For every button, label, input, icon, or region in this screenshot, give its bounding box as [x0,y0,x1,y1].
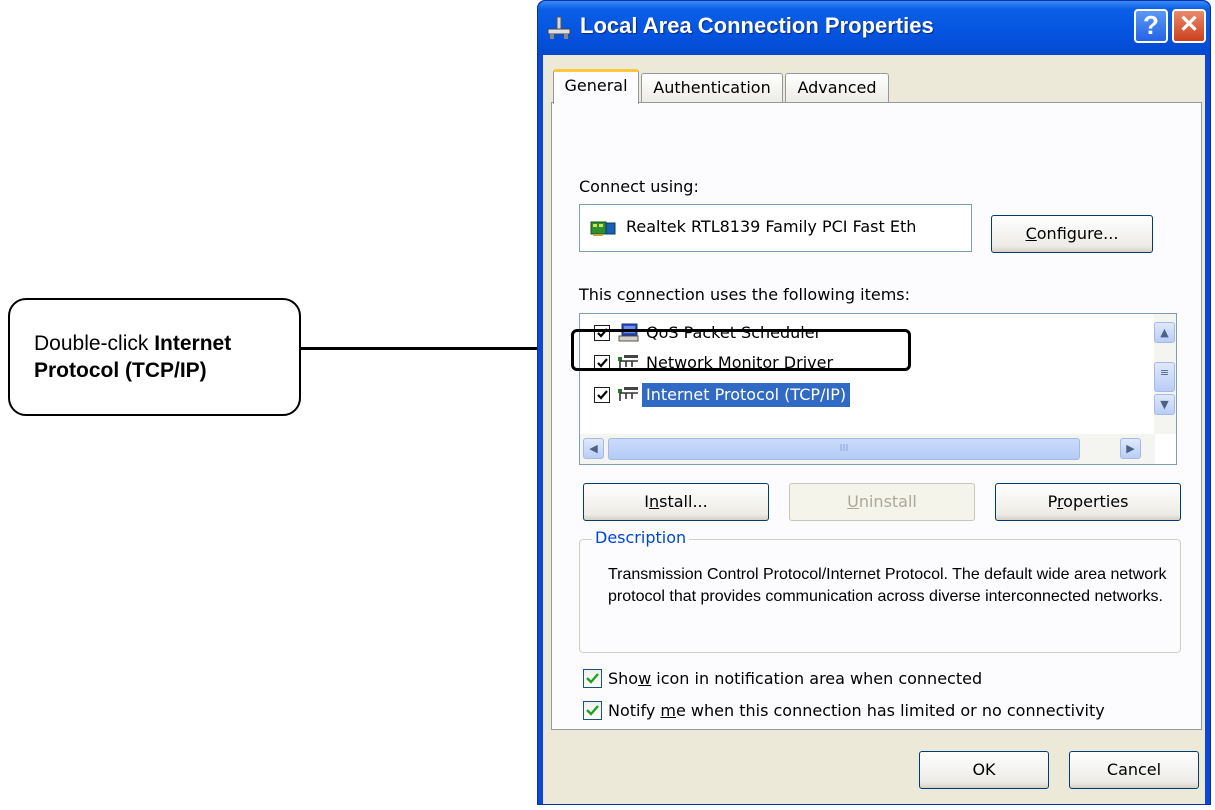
install-post: stall... [659,492,708,511]
notify-mnemonic: m [660,701,676,720]
qos-checkbox[interactable] [594,325,610,341]
callout-prefix: Double-click [34,332,155,355]
properties-button[interactable]: Properties [995,483,1181,521]
qos-label: QoS Packet Scheduler [646,323,822,342]
network-protocol-icon [618,355,638,369]
callout-bold-1: Internet [154,332,232,355]
components-list[interactable]: QoS Packet Scheduler Network Monitor Dri… [579,313,1177,465]
items-label-mnemonic: o [625,285,636,304]
horizontal-scrollbar[interactable]: ◀ III ▶ [580,434,1155,464]
items-label-post: nnection uses the following items: [635,285,911,304]
callout-leader-line [301,347,572,350]
scroll-down-icon[interactable]: ▼ [1154,394,1175,415]
network-connection-icon [547,16,571,39]
show-icon-pre: Sho [608,669,639,688]
cancel-button[interactable]: Cancel [1069,751,1199,789]
dialog-client-area: General Authentication Advanced Connect … [543,55,1205,804]
network-computer-icon [618,323,639,342]
ok-button[interactable]: OK [919,751,1049,789]
close-button[interactable]: ✕ [1172,9,1206,43]
properties-post: operties [1063,492,1129,511]
tcpip-label: Internet Protocol (TCP/IP) [642,383,851,407]
configure-label: onfigure... [1036,224,1119,243]
network-card-icon [590,221,616,236]
show-icon-mnemonic: w [638,669,652,688]
configure-button[interactable]: Configure... [991,215,1153,253]
help-button[interactable]: ? [1134,9,1168,43]
properties-dialog: Local Area Connection Properties ? ✕ Gen… [537,0,1211,805]
vertical-scrollbar[interactable]: ▲ ≡ ▼ [1154,314,1176,434]
scroll-up-icon[interactable]: ▲ [1154,322,1175,343]
uninstall-mnemonic: U [847,492,859,511]
uninstall-post: ninstall [858,492,917,511]
properties-pre: P [1047,492,1057,511]
general-tab-panel: Connect using: Realtek RTL8139 Family PC… [551,102,1202,730]
configure-mnemonic: C [1025,224,1037,243]
tab-general[interactable]: General [553,69,639,104]
scroll-right-icon[interactable]: ▶ [1120,438,1141,459]
notify-checkbox[interactable] [583,701,602,720]
scroll-thumb[interactable]: ≡ [1154,362,1175,392]
description-group: Description Transmission Control Protoco… [579,528,1181,653]
uninstall-button[interactable]: Uninstall [789,483,975,521]
horizontal-scroll-thumb[interactable]: III [608,438,1080,460]
window-title: Local Area Connection Properties [580,13,934,38]
items-label: This connection uses the following items… [579,285,910,304]
tcpip-checkbox[interactable] [594,387,610,403]
install-mnemonic: n [649,492,660,511]
adapter-display: Realtek RTL8139 Family PCI Fast Eth [579,204,972,252]
network-protocol-icon [618,387,638,401]
show-icon-post: icon in notification area when connected [651,669,983,688]
callout-bold-2: Protocol (TCP/IP) [34,359,207,382]
notify-post: e when this connection has limited or no… [675,701,1105,720]
notify-label[interactable]: Notify me when this connection has limit… [608,701,1105,720]
title-bar[interactable]: Local Area Connection Properties ? ✕ [538,1,1210,55]
netmon-label: Network Monitor Driver [646,353,834,372]
items-label-pre: This c [579,285,626,304]
show-icon-label[interactable]: Show icon in notification area when conn… [608,669,982,688]
instruction-callout: Double-click Internet Protocol (TCP/IP) [8,298,301,416]
tab-advanced[interactable]: Advanced [785,73,889,103]
description-title: Description [592,528,690,547]
show-icon-checkbox[interactable] [583,669,602,688]
tab-authentication[interactable]: Authentication [641,73,783,103]
connect-using-label: Connect using: [579,177,699,196]
notify-pre: Notify [608,701,661,720]
adapter-name: Realtek RTL8139 Family PCI Fast Eth [626,217,917,236]
netmon-checkbox[interactable] [594,355,610,371]
scroll-left-icon[interactable]: ◀ [583,438,604,459]
install-button[interactable]: Install... [583,483,769,521]
description-text: Transmission Control Protocol/Internet P… [608,566,1167,605]
